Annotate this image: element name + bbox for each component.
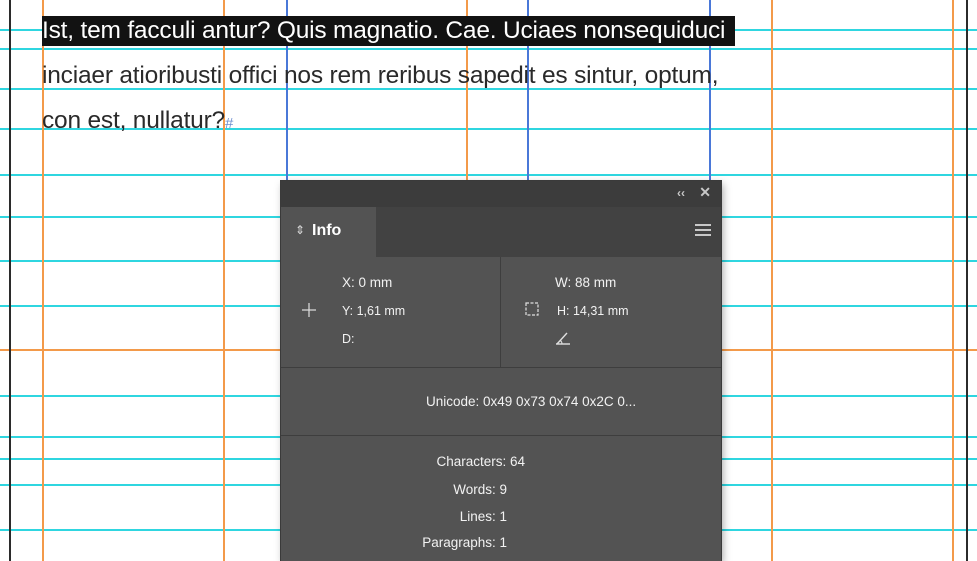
lines-count: Lines: 1 — [459, 509, 507, 524]
panel-tab-strip: ⇕ Info — [281, 207, 721, 257]
section-divider — [281, 435, 721, 436]
pilcrow-mark: # — [225, 115, 234, 132]
text-line-content: con est, nullatur? — [42, 107, 225, 134]
page-edge-right — [966, 0, 968, 561]
section-divider — [281, 367, 721, 368]
panel-title-bar[interactable]: ‹‹ ✕ — [281, 181, 721, 207]
selected-text-line[interactable]: Ist, tem facculi antur? Quis magnatio. C… — [42, 16, 736, 46]
column-guide — [771, 0, 773, 561]
words-count: Words: 9 — [453, 482, 507, 497]
hamburger-menu-icon[interactable] — [695, 224, 711, 239]
baseline-guide — [0, 174, 977, 176]
info-panel: ‹‹ ✕ ⇕ Info X: 0 mm Y: 1,61 mm D: W: 88 … — [281, 181, 721, 561]
distance-value: D: — [342, 332, 355, 346]
position-x-value: X: 0 mm — [342, 275, 393, 290]
size-width-value: W: 88 mm — [555, 275, 617, 290]
text-line[interactable]: con est, nullatur?# — [42, 106, 233, 139]
tab-expand-arrows-icon: ⇕ — [295, 223, 306, 237]
text-line[interactable]: inciaer atioribusti offici nos rem rerib… — [42, 61, 719, 91]
tab-info-label: Info — [312, 222, 342, 239]
collapse-panel-button[interactable]: ‹‹ — [677, 186, 685, 200]
bounding-box-icon — [525, 302, 539, 316]
angle-icon — [556, 332, 570, 345]
tab-info[interactable]: ⇕ Info — [281, 207, 376, 257]
baseline-guide — [0, 48, 977, 50]
size-height-value: H: 14,31 mm — [557, 304, 629, 318]
position-y-value: Y: 1,61 mm — [342, 304, 406, 318]
unicode-value: Unicode: 0x49 0x73 0x74 0x2C 0... — [426, 394, 637, 409]
close-panel-button[interactable]: ✕ — [699, 184, 711, 201]
column-guide — [952, 0, 954, 561]
characters-count: Characters: 64 — [436, 454, 525, 469]
section-divider-vertical — [500, 257, 501, 367]
page-edge-left — [9, 0, 11, 561]
paragraphs-count: Paragraphs: 1 — [422, 535, 507, 550]
crosshair-icon — [302, 303, 316, 317]
